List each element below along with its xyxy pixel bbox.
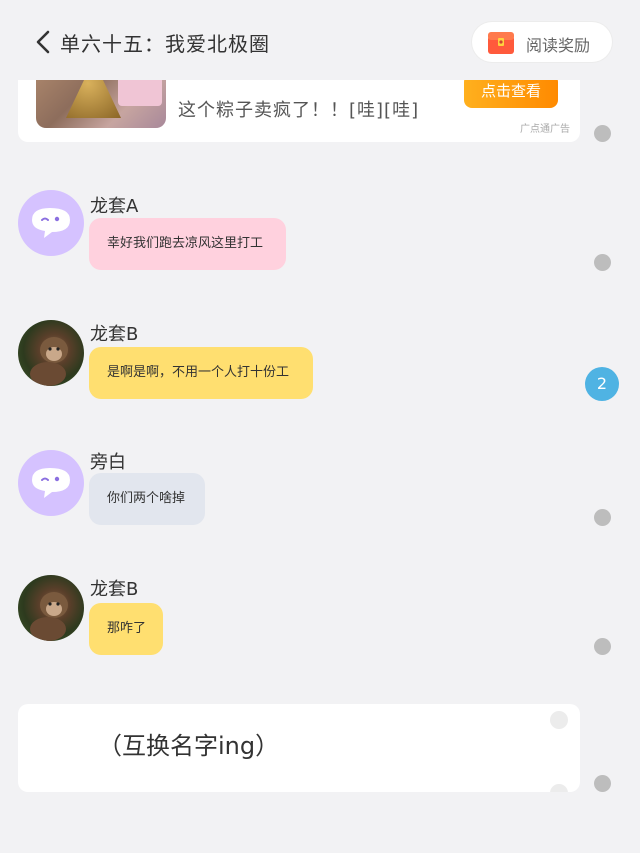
paragraph-comment-dot[interactable]: [594, 638, 611, 655]
avatar[interactable]: [18, 190, 84, 256]
reading-reward-label: 阅读奖励: [526, 36, 591, 55]
top-bar: 单六十五：我爱北极圈 阅读奖励: [0, 0, 640, 80]
avatar[interactable]: [18, 450, 84, 516]
speaker-name: 龙套A: [90, 196, 139, 217]
comment-count-badge[interactable]: 2: [585, 367, 619, 401]
speaker-name: 旁白: [90, 452, 126, 473]
avatar[interactable]: [18, 320, 84, 386]
ad-description: 这个粽子卖疯了！！[哇][哇]: [178, 100, 420, 121]
message-bubble[interactable]: 是啊是啊，不用一个人打十份工: [89, 347, 313, 399]
paragraph-comment-dot[interactable]: [594, 254, 611, 271]
message-bubble[interactable]: 你们两个啥掉: [89, 473, 205, 525]
speaker-name: 龙套B: [90, 579, 139, 600]
paragraph-comment-dot[interactable]: [594, 509, 611, 526]
chevron-left-icon: [36, 30, 50, 54]
treasure-chest-icon: [486, 28, 516, 56]
message-bubble[interactable]: 那咋了: [89, 603, 163, 655]
reading-reward-button[interactable]: 阅读奖励: [472, 22, 612, 62]
chat-face-icon: [32, 208, 70, 238]
monkey-photo-icon: [30, 337, 68, 386]
ad-source-label: 广点通广告: [520, 124, 570, 135]
avatar[interactable]: [18, 575, 84, 641]
back-button[interactable]: [30, 28, 58, 56]
paragraph-comment-dot[interactable]: [594, 775, 611, 792]
narration-text: （互换名字ing）: [98, 732, 280, 760]
page-title: 单六十五：我爱北极圈: [60, 32, 270, 56]
monkey-photo-icon: [30, 592, 68, 641]
speaker-name: 龙套B: [90, 324, 139, 345]
card-corner-dot: [550, 784, 568, 792]
chat-face-icon: [32, 468, 70, 498]
message-bubble[interactable]: 幸好我们跑去凉风这里打工: [89, 218, 286, 270]
card-corner-dot: [550, 711, 568, 729]
narration-card[interactable]: （互换名字ing）: [18, 704, 580, 792]
paragraph-comment-dot[interactable]: [594, 125, 611, 142]
